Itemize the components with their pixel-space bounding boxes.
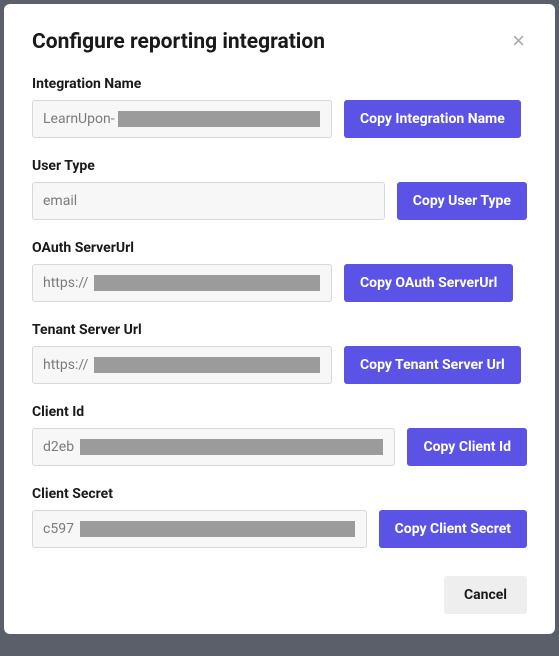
oauth-serverurl-label: OAuth ServerUrl [32,240,527,256]
integration-name-input[interactable] [32,100,332,138]
field-integration-name: Integration Name Copy Integration Name [32,76,527,138]
field-client-secret: Client Secret Copy Client Secret [32,486,527,548]
copy-tenant-server-url-button[interactable]: Copy Tenant Server Url [344,346,521,384]
copy-user-type-button[interactable]: Copy User Type [397,182,527,220]
cancel-button[interactable]: Cancel [444,576,527,614]
modal-title: Configure reporting integration [32,30,325,54]
field-user-type: User Type Copy User Type [32,158,527,220]
user-type-label: User Type [32,158,527,174]
modal-header: Configure reporting integration × [32,30,527,54]
modal-footer: Cancel [32,576,527,614]
oauth-serverurl-input[interactable] [32,264,332,302]
client-id-label: Client Id [32,404,527,420]
client-secret-label: Client Secret [32,486,527,502]
field-tenant-server-url: Tenant Server Url Copy Tenant Server Url [32,322,527,384]
copy-oauth-serverurl-button[interactable]: Copy OAuth ServerUrl [344,264,513,302]
field-oauth-serverurl: OAuth ServerUrl Copy OAuth ServerUrl [32,240,527,302]
tenant-server-url-label: Tenant Server Url [32,322,527,338]
user-type-input[interactable] [32,182,385,220]
close-icon[interactable]: × [510,30,527,52]
integration-name-label: Integration Name [32,76,527,92]
copy-client-id-button[interactable]: Copy Client Id [407,428,527,466]
copy-integration-name-button[interactable]: Copy Integration Name [344,100,521,138]
client-id-input[interactable] [32,428,395,466]
configure-reporting-modal: Configure reporting integration × Integr… [4,4,555,634]
field-client-id: Client Id Copy Client Id [32,404,527,466]
copy-client-secret-button[interactable]: Copy Client Secret [379,510,527,548]
client-secret-input[interactable] [32,510,367,548]
tenant-server-url-input[interactable] [32,346,332,384]
